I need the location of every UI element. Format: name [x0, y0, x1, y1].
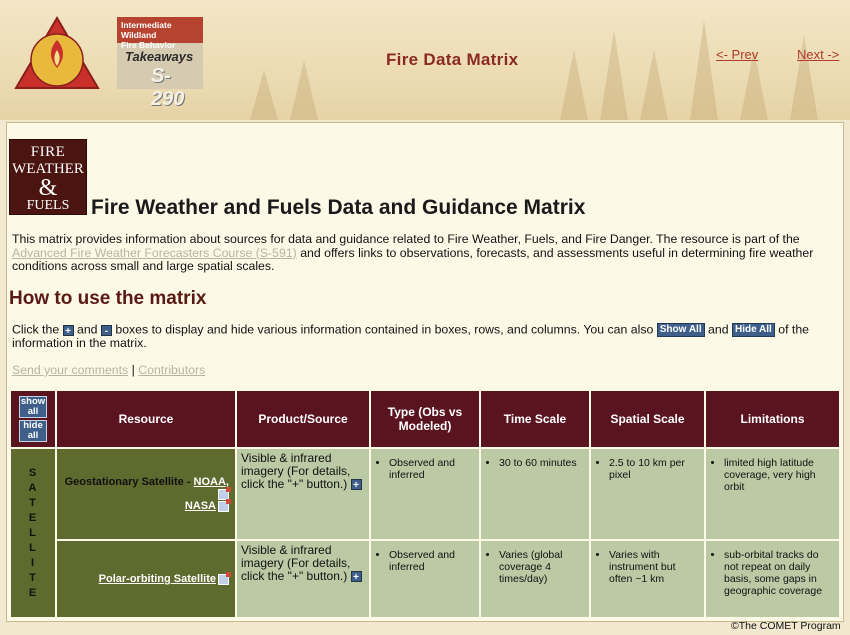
- table-row: SATELLITE Geostationary Satellite - NOAA…: [11, 449, 839, 617]
- time-cell: Varies (global coverage 4 times/day): [481, 541, 589, 617]
- table-row: Polar-orbiting Satellite Visible & infra…: [11, 541, 839, 617]
- main-heading: Fire Weather and Fuels Data and Guidance…: [91, 196, 586, 219]
- tree-silhouette: [560, 50, 588, 120]
- spatial-cell: 2.5 to 10 km per pixel: [591, 449, 704, 539]
- time-item: 30 to 60 minutes: [499, 457, 585, 469]
- content-panel: FIRE WEATHER & FUELS Fire Weather and Fu…: [6, 122, 844, 622]
- header-product-source: Product/Source: [237, 391, 369, 447]
- time-cell: 30 to 60 minutes: [481, 449, 589, 539]
- minus-toggle-icon[interactable]: -: [100, 324, 112, 337]
- limitations-cell: limited high latitude coverage, very hig…: [706, 449, 839, 539]
- time-item: Varies (global coverage 4 times/day): [499, 549, 585, 585]
- polar-orbiting-link[interactable]: Polar-orbiting Satellite: [99, 573, 216, 585]
- product-cell: Visible & infrared imagery (For details,…: [237, 449, 369, 539]
- limitations-item: limited high latitude coverage, very hig…: [724, 457, 835, 493]
- plus-toggle-icon[interactable]: +: [62, 324, 74, 337]
- resource-cell: Geostationary Satellite - NOAA, NASA: [57, 449, 235, 539]
- tree-silhouette: [690, 20, 718, 120]
- resource-label: Geostationary Satellite -: [64, 476, 194, 488]
- header-resource: Resource: [57, 391, 235, 447]
- course-code: S-290: [151, 65, 185, 110]
- fire-weather-fuels-logo: FIRE WEATHER & FUELS: [9, 139, 87, 215]
- show-all-button[interactable]: Show All: [656, 323, 705, 337]
- type-item: Observed and inferred: [389, 457, 475, 481]
- resource-cell: Polar-orbiting Satellite: [57, 541, 235, 617]
- hide-all-button[interactable]: Hide All: [731, 323, 775, 337]
- tree-silhouette: [640, 50, 668, 120]
- page-title: Fire Data Matrix: [386, 50, 519, 69]
- logo-line-3: FUELS: [26, 198, 70, 213]
- course-badge: Intermediate Wildland Fire Behavior Take…: [117, 17, 203, 110]
- feedback-links: Send your comments | Contributors: [12, 363, 205, 377]
- type-cell: Observed and inferred: [371, 541, 479, 617]
- howto-text-2: boxes to display and hide various inform…: [111, 322, 657, 337]
- contributors-link[interactable]: Contributors: [138, 363, 205, 377]
- tree-silhouette: [600, 30, 628, 120]
- nwcg-logo: [14, 16, 100, 89]
- header-time-scale: Time Scale: [481, 391, 589, 447]
- next-link[interactable]: Next ->: [797, 47, 839, 62]
- howto-heading: How to use the matrix: [9, 288, 207, 309]
- howto-paragraph: Click the + and - boxes to display and h…: [12, 323, 827, 351]
- hide-all-corner-button[interactable]: hide all: [19, 420, 47, 442]
- tree-silhouette: [290, 60, 318, 120]
- nasa-link[interactable]: NASA: [185, 500, 216, 512]
- takeaways-label: Takeaways: [125, 49, 194, 64]
- product-text: Visible & infrared imagery (For details,…: [241, 543, 351, 583]
- header-spatial-scale: Spatial Scale: [591, 391, 704, 447]
- spatial-item: Varies with instrument but often ~1 km: [609, 549, 700, 585]
- table-header-row: show all hide all Resource Product/Sourc…: [11, 391, 839, 447]
- corner-cell: show all hide all: [11, 391, 55, 447]
- expand-plus-icon[interactable]: +: [350, 479, 362, 491]
- intro-text: This matrix provides information about s…: [12, 232, 800, 246]
- type-item: Observed and inferred: [389, 549, 475, 573]
- header-type: Type (Obs vs Modeled): [371, 391, 479, 447]
- s591-course-link[interactable]: Advanced Fire Weather Forecasters Course…: [12, 246, 297, 260]
- noaa-link[interactable]: NOAA,: [194, 476, 229, 488]
- expand-plus-icon[interactable]: +: [350, 571, 362, 583]
- show-all-corner-button[interactable]: show all: [19, 396, 47, 418]
- logo-ampersand: &: [38, 175, 58, 201]
- prev-link[interactable]: <- Prev: [716, 47, 758, 62]
- external-link-icon[interactable]: [218, 571, 231, 585]
- spatial-cell: Varies with instrument but often ~1 km: [591, 541, 704, 617]
- howto-and-2: and: [704, 322, 732, 337]
- howto-text-1: Click the: [12, 322, 63, 337]
- howto-and: and: [73, 322, 101, 337]
- copyright-notice: ©The COMET Program: [731, 620, 841, 632]
- category-satellite: SATELLITE: [11, 449, 55, 617]
- send-comments-link[interactable]: Send your comments: [12, 363, 128, 377]
- tree-silhouette: [250, 70, 278, 120]
- link-separator: |: [131, 363, 135, 377]
- data-matrix-table: show all hide all Resource Product/Sourc…: [9, 389, 841, 619]
- category-label: SATELLITE: [28, 466, 38, 599]
- type-cell: Observed and inferred: [371, 449, 479, 539]
- spatial-item: 2.5 to 10 km per pixel: [609, 457, 700, 481]
- product-cell: Visible & infrared imagery (For details,…: [237, 541, 369, 617]
- product-text: Visible & infrared imagery (For details,…: [241, 451, 351, 491]
- external-link-icon[interactable]: [218, 498, 231, 512]
- header-limitations: Limitations: [706, 391, 839, 447]
- intro-paragraph: This matrix provides information about s…: [12, 232, 822, 274]
- limitations-cell: sub-orbital tracks do not repeat on dail…: [706, 541, 839, 617]
- limitations-item: sub-orbital tracks do not repeat on dail…: [724, 549, 835, 597]
- logo-line-1: FIRE: [30, 144, 66, 160]
- course-line-1: Intermediate Wildland: [121, 20, 172, 40]
- course-title: Intermediate Wildland Fire Behavior: [117, 17, 203, 50]
- header-banner: Intermediate Wildland Fire Behavior Take…: [0, 0, 850, 120]
